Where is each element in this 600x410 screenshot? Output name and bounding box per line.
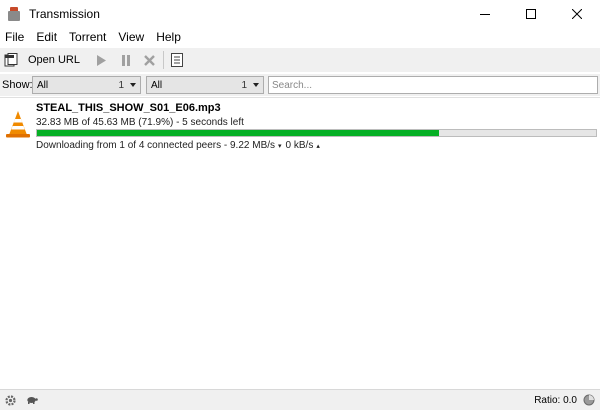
tracker-filter-count: 1 xyxy=(241,79,247,91)
properties-icon xyxy=(170,53,183,67)
upload-speed: 0 kB/s xyxy=(285,140,314,151)
tracker-filter-select[interactable]: All 1 xyxy=(146,76,264,94)
search-input[interactable]: Search... xyxy=(268,76,598,94)
ratio-icon[interactable] xyxy=(583,394,595,406)
window-controls xyxy=(462,0,600,28)
menu-file[interactable]: File xyxy=(0,28,30,46)
maximize-button[interactable] xyxy=(508,0,554,28)
torrent-status: Downloading from 1 of 4 connected peers … xyxy=(36,140,324,151)
menu-bar: File Edit Torrent View Help xyxy=(0,28,600,46)
menu-help[interactable]: Help xyxy=(150,28,187,46)
torrent-progress-text: 32.83 MB of 45.63 MB (71.9%) - 5 seconds… xyxy=(36,117,244,128)
activity-filter-select[interactable]: All 1 xyxy=(32,76,141,94)
start-button[interactable] xyxy=(94,49,108,71)
open-icon xyxy=(4,53,18,67)
ratio-text[interactable]: Ratio: 0.0 xyxy=(534,395,577,406)
close-button[interactable] xyxy=(554,0,600,28)
maximize-icon xyxy=(526,9,536,19)
pause-button[interactable] xyxy=(119,49,133,71)
upload-arrow-icon: ▴ xyxy=(316,142,320,150)
vlc-cone-icon xyxy=(6,111,30,138)
pause-icon xyxy=(121,54,130,66)
window-title: Transmission xyxy=(29,7,100,21)
open-button[interactable] xyxy=(4,53,18,67)
toolbar-separator xyxy=(162,51,164,69)
toolbar: Open URL xyxy=(0,48,600,72)
gear-icon[interactable] xyxy=(4,394,17,407)
activity-filter-value: All xyxy=(37,79,49,91)
menu-torrent[interactable]: Torrent xyxy=(63,28,112,46)
remove-button[interactable] xyxy=(143,49,157,71)
torrent-list: STEAL_THIS_SHOW_S01_E06.mp3 32.83 MB of … xyxy=(0,97,600,387)
status-bar: Ratio: 0.0 xyxy=(0,389,600,410)
torrent-status-text: Downloading from 1 of 4 connected peers … xyxy=(36,140,276,151)
open-url-button[interactable]: Open URL xyxy=(28,54,80,66)
chevron-down-icon xyxy=(130,83,136,87)
start-icon xyxy=(96,54,106,66)
torrent-row[interactable]: STEAL_THIS_SHOW_S01_E06.mp3 32.83 MB of … xyxy=(0,98,600,154)
minimize-icon xyxy=(480,14,490,15)
show-label: Show: xyxy=(2,79,33,91)
menu-edit[interactable]: Edit xyxy=(30,28,63,46)
properties-button[interactable] xyxy=(170,49,184,71)
torrent-progress-bar xyxy=(36,129,597,137)
minimize-button[interactable] xyxy=(462,0,508,28)
download-arrow-icon: ▾ xyxy=(278,142,282,150)
turtle-icon[interactable] xyxy=(26,395,38,405)
filter-bar: Show: All 1 All 1 Search... xyxy=(0,74,600,96)
activity-filter-count: 1 xyxy=(118,79,124,91)
close-icon xyxy=(572,9,582,19)
remove-icon xyxy=(144,54,156,66)
tracker-filter-value: All xyxy=(151,79,163,91)
chevron-down-icon xyxy=(253,83,259,87)
torrent-name: STEAL_THIS_SHOW_S01_E06.mp3 xyxy=(36,102,221,114)
title-bar: Transmission xyxy=(0,0,600,28)
torrent-progress-fill xyxy=(37,130,439,136)
transmission-app-icon xyxy=(7,7,21,21)
menu-view[interactable]: View xyxy=(112,28,150,46)
